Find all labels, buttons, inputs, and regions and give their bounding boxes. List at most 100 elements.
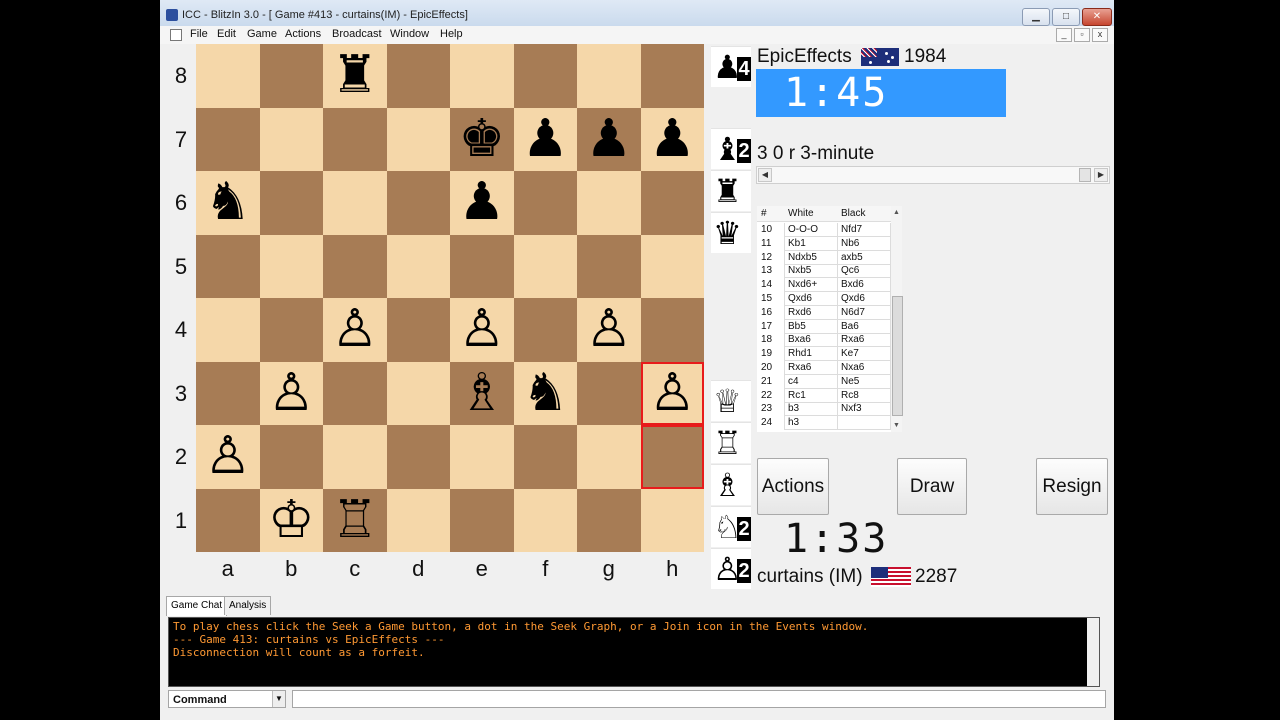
white-pawn-g4[interactable]: ♙ bbox=[577, 298, 641, 362]
square-h8[interactable] bbox=[640, 44, 704, 108]
menu-edit[interactable]: Edit bbox=[217, 28, 236, 40]
actions-button[interactable]: Actions bbox=[757, 458, 829, 515]
maximize-icon[interactable]: □ bbox=[1052, 8, 1080, 26]
square-a4[interactable] bbox=[196, 298, 260, 362]
square-a3[interactable] bbox=[196, 361, 260, 425]
square-e2[interactable] bbox=[450, 425, 514, 489]
square-f4[interactable] bbox=[513, 298, 577, 362]
square-f1[interactable] bbox=[513, 488, 577, 552]
scroll-left-icon[interactable]: ◀ bbox=[758, 168, 772, 182]
command-select[interactable]: Command ▼ bbox=[168, 690, 286, 708]
square-d8[interactable] bbox=[386, 44, 450, 108]
menu-help[interactable]: Help bbox=[440, 28, 463, 40]
square-d5[interactable] bbox=[386, 234, 450, 298]
draw-button[interactable]: Draw bbox=[897, 458, 967, 515]
black-pawn-e6[interactable]: ♟ bbox=[450, 171, 514, 235]
move-row[interactable]: 17 Bb5 Ba6 bbox=[757, 319, 891, 334]
move-row[interactable]: 13 Nxb5 Qc6 bbox=[757, 264, 891, 279]
move-row[interactable]: 20 Rxa6 Nxa6 bbox=[757, 361, 891, 375]
white-pawn-b3[interactable]: ♙ bbox=[260, 362, 324, 426]
black-king-e7[interactable]: ♚ bbox=[450, 108, 514, 172]
square-h2[interactable] bbox=[640, 425, 704, 489]
square-c2[interactable] bbox=[323, 425, 387, 489]
move-list-scrollbar[interactable]: ▲ ▼ bbox=[891, 206, 903, 432]
square-d1[interactable] bbox=[386, 488, 450, 552]
black-pawn-g7[interactable]: ♟ bbox=[577, 108, 641, 172]
square-g8[interactable] bbox=[577, 44, 641, 108]
menu-broadcast[interactable]: Broadcast bbox=[332, 28, 382, 40]
black-knight-f3[interactable]: ♞ bbox=[514, 362, 578, 426]
menu-game[interactable]: Game bbox=[247, 28, 277, 40]
scroll-right-icon[interactable]: ▶ bbox=[1094, 168, 1108, 182]
square-g2[interactable] bbox=[577, 425, 641, 489]
move-row[interactable]: 23 b3 Nxf3 bbox=[757, 402, 891, 417]
square-f8[interactable] bbox=[513, 44, 577, 108]
move-row[interactable]: 15 Qxd6 Qxd6 bbox=[757, 292, 891, 306]
square-d4[interactable] bbox=[386, 298, 450, 362]
black-pawn-h7[interactable]: ♟ bbox=[641, 108, 705, 172]
child-restore-icon[interactable]: ▫ bbox=[1074, 28, 1090, 42]
move-row[interactable]: 14 Nxd6+ Bxd6 bbox=[757, 278, 891, 293]
horizontal-scrollbar[interactable]: ◀ ▶ bbox=[756, 166, 1110, 184]
square-b2[interactable] bbox=[259, 425, 323, 489]
square-g5[interactable] bbox=[577, 234, 641, 298]
move-row[interactable]: 11 Kb1 Nb6 bbox=[757, 236, 891, 251]
square-a5[interactable] bbox=[196, 234, 260, 298]
tab-analysis[interactable]: Analysis bbox=[224, 596, 272, 615]
square-e5[interactable] bbox=[450, 234, 514, 298]
square-b8[interactable] bbox=[259, 44, 323, 108]
square-h5[interactable] bbox=[640, 234, 704, 298]
white-bishop-e3[interactable]: ♗ bbox=[450, 362, 514, 426]
black-rook-c8[interactable]: ♜ bbox=[323, 44, 387, 108]
square-d3[interactable] bbox=[386, 361, 450, 425]
move-row[interactable]: 24 h3 bbox=[757, 416, 891, 431]
white-pawn-h3[interactable]: ♙ bbox=[641, 362, 705, 426]
command-input[interactable] bbox=[292, 690, 1106, 708]
chevron-down-icon[interactable]: ▼ bbox=[272, 691, 285, 707]
square-g6[interactable] bbox=[577, 171, 641, 235]
square-c7[interactable] bbox=[323, 107, 387, 171]
square-e1[interactable] bbox=[450, 488, 514, 552]
square-b7[interactable] bbox=[259, 107, 323, 171]
square-b6[interactable] bbox=[259, 171, 323, 235]
scroll-up-icon[interactable]: ▲ bbox=[892, 208, 901, 217]
child-minimize-icon[interactable]: _ bbox=[1056, 28, 1072, 42]
white-king-b1[interactable]: ♔ bbox=[260, 489, 324, 553]
move-row[interactable]: 16 Rxd6 N6d7 bbox=[757, 305, 891, 320]
document-icon[interactable] bbox=[170, 29, 182, 41]
black-knight-a6[interactable]: ♞ bbox=[196, 171, 260, 235]
square-a7[interactable] bbox=[196, 107, 260, 171]
square-c6[interactable] bbox=[323, 171, 387, 235]
square-d6[interactable] bbox=[386, 171, 450, 235]
square-f2[interactable] bbox=[513, 425, 577, 489]
square-h4[interactable] bbox=[640, 298, 704, 362]
move-row[interactable]: 18 Bxa6 Rxa6 bbox=[757, 333, 891, 348]
square-b5[interactable] bbox=[259, 234, 323, 298]
square-g3[interactable] bbox=[577, 361, 641, 425]
child-close-icon[interactable]: x bbox=[1092, 28, 1108, 42]
scrollbar-thumb[interactable] bbox=[892, 296, 903, 416]
white-pawn-e4[interactable]: ♙ bbox=[450, 298, 514, 362]
menu-file[interactable]: File bbox=[190, 28, 208, 40]
square-g1[interactable] bbox=[577, 488, 641, 552]
move-row[interactable]: 22 Rc1 Rc8 bbox=[757, 388, 891, 403]
move-row[interactable]: 19 Rhd1 Ke7 bbox=[757, 347, 891, 362]
move-list[interactable]: # White Black 10 O-O-O Nfd7 11 Kb1 Nb6 12 Ndxb5… bbox=[757, 206, 891, 432]
move-row[interactable]: 21 c4 Ne5 bbox=[757, 374, 891, 389]
white-rook-c1[interactable]: ♖ bbox=[323, 489, 387, 553]
minimize-icon[interactable]: ▁ bbox=[1022, 8, 1050, 26]
scrollbar-thumb[interactable] bbox=[1079, 168, 1091, 182]
square-d2[interactable] bbox=[386, 425, 450, 489]
close-icon[interactable]: ✕ bbox=[1082, 8, 1112, 26]
square-c5[interactable] bbox=[323, 234, 387, 298]
square-e8[interactable] bbox=[450, 44, 514, 108]
console-scrollbar[interactable] bbox=[1087, 618, 1099, 686]
square-b4[interactable] bbox=[259, 298, 323, 362]
resign-button[interactable]: Resign bbox=[1036, 458, 1108, 515]
chat-console[interactable]: To play chess click the Seek a Game butt… bbox=[168, 617, 1100, 687]
black-pawn-f7[interactable]: ♟ bbox=[514, 108, 578, 172]
square-c3[interactable] bbox=[323, 361, 387, 425]
square-a1[interactable] bbox=[196, 488, 260, 552]
square-a8[interactable] bbox=[196, 44, 260, 108]
move-row[interactable]: 12 Ndxb5 axb5 bbox=[757, 250, 891, 265]
